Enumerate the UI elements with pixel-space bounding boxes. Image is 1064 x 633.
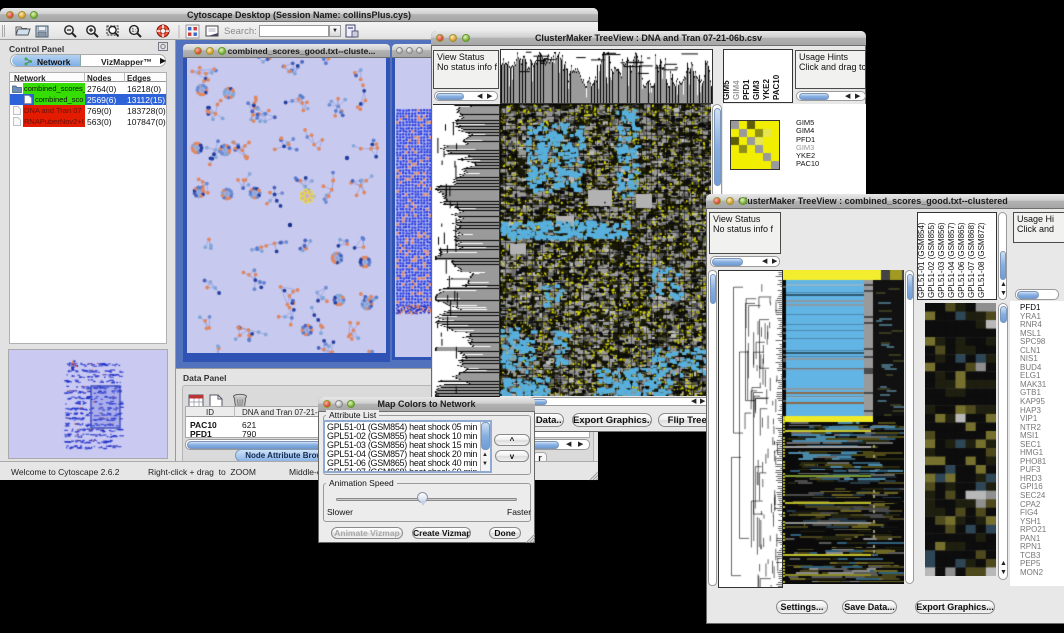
- svg-text:1:1: 1:1: [131, 28, 139, 34]
